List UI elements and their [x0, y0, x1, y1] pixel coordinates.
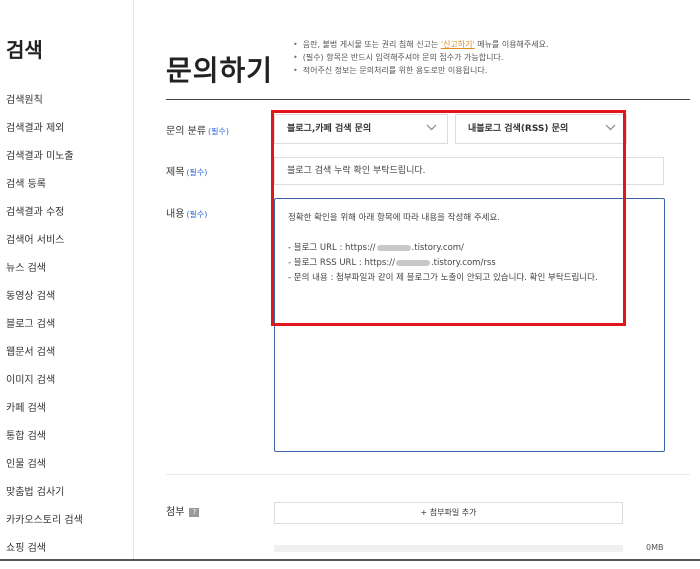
chevron-down-icon: [605, 124, 616, 131]
sidebar-menu: 검색원칙 검색결과 제외 검색결과 미노출 검색 등록 검색결과 수정 검색어 …: [6, 93, 83, 569]
attachment-label: 첨부?: [166, 503, 200, 518]
sidebar-item-kakaostory-search[interactable]: 카카오스토리 검색: [6, 513, 83, 541]
content-label-text: 내용: [166, 209, 185, 220]
attachment-size-bar: [274, 545, 623, 552]
sidebar-item-news-search[interactable]: 뉴스 검색: [6, 261, 83, 289]
report-link[interactable]: '신고하기': [441, 40, 475, 49]
sidebar-item-web-search[interactable]: 웹문서 검색: [6, 345, 83, 373]
redacted-blur: [376, 244, 411, 251]
content-intro: 정확한 확인을 위해 아래 항목에 따라 내용을 작성해 주세요.: [288, 213, 500, 223]
sidebar-item-spell-checker[interactable]: 맞춤법 검사기: [6, 485, 83, 513]
content-blog-url: - 블로그 URL : https:// .tistory.com/: [288, 241, 651, 256]
content-inquiry: - 문의 내용 : 첨부파일과 같이 제 블로그가 노출이 안되고 있습니다. …: [288, 273, 598, 283]
content-textarea[interactable]: 정확한 확인을 위해 아래 항목에 따라 내용을 작성해 주세요. - 블로그 …: [274, 198, 665, 452]
page-title: 문의하기: [166, 53, 274, 87]
sidebar-item-cafe-search[interactable]: 카페 검색: [6, 401, 83, 429]
chevron-down-icon: [426, 124, 437, 131]
sidebar-title: 검색: [6, 38, 43, 62]
sidebar-item-result-exclusion[interactable]: 검색결과 제외: [6, 121, 83, 149]
rss-url-suffix: .tistory.com/rss: [430, 258, 496, 268]
subject-label-text: 제목: [166, 167, 185, 178]
attachment-label-text: 첨부: [166, 507, 185, 518]
subject-label: 제목 (필수): [166, 163, 207, 178]
sidebar-item-search-registration[interactable]: 검색 등록: [6, 177, 83, 205]
subject-input[interactable]: 블로그 검색 누락 확인 부탁드립니다.: [274, 157, 664, 185]
sidebar: 검색 검색원칙 검색결과 제외 검색결과 미노출 검색 등록 검색결과 수정 검…: [0, 0, 134, 561]
content-label: 내용 (필수): [166, 205, 207, 220]
required-tag: (필수): [186, 168, 208, 177]
title-divider: [166, 99, 690, 100]
help-icon[interactable]: ?: [189, 507, 200, 517]
sidebar-item-blog-search[interactable]: 블로그 검색: [6, 317, 83, 345]
notice-report: 음란, 불법 게시물 또는 권리 침해 신고는 '신고하기' 메뉴를 이용해주세…: [293, 38, 549, 51]
category-select-primary-value: 블로그,카페 검색 문의: [287, 124, 372, 134]
category-select-secondary[interactable]: 내블로그 검색(RSS) 문의: [455, 114, 627, 144]
section-divider: [166, 474, 690, 475]
content-rss-url: - 블로그 RSS URL : https:// .tistory.com/rss: [288, 256, 651, 271]
sidebar-item-shopping-search[interactable]: 쇼핑 검색: [6, 541, 83, 569]
sidebar-item-keyword-service[interactable]: 검색어 서비스: [6, 233, 83, 261]
sidebar-item-integrated-search[interactable]: 통합 검색: [6, 429, 83, 457]
category-select-secondary-value: 내블로그 검색(RSS) 문의: [468, 124, 569, 134]
add-attachment-button[interactable]: + 첨부파일 추가: [274, 502, 623, 524]
required-tag: (필수): [186, 210, 208, 219]
notice-required: (필수) 항목은 반드시 입력해주셔야 문의 접수가 가능합니다.: [293, 51, 549, 64]
rss-url-prefix: - 블로그 RSS URL : https://: [288, 258, 395, 268]
sidebar-item-result-not-shown[interactable]: 검색결과 미노출: [6, 149, 83, 177]
redacted-blur: [395, 259, 430, 266]
notice-report-text-after: 메뉴를 이용해주세요.: [474, 40, 549, 49]
category-select-primary[interactable]: 블로그,카페 검색 문의: [274, 114, 448, 144]
notice-list: 음란, 불법 게시물 또는 권리 침해 신고는 '신고하기' 메뉴를 이용해주세…: [293, 38, 549, 77]
attachment-size-label: 0MB: [646, 543, 664, 552]
sidebar-item-search-principles[interactable]: 검색원칙: [6, 93, 83, 121]
sidebar-item-video-search[interactable]: 동영상 검색: [6, 289, 83, 317]
required-tag: (필수): [207, 127, 229, 136]
sidebar-item-result-edit[interactable]: 검색결과 수정: [6, 205, 83, 233]
notice-privacy: 적어주신 정보는 문의처리를 위한 용도로만 이용됩니다.: [293, 64, 549, 77]
category-label-text: 문의 분류: [166, 126, 206, 137]
blog-url-prefix: - 블로그 URL : https://: [288, 243, 376, 253]
category-label: 문의 분류 (필수): [166, 122, 229, 137]
sidebar-item-image-search[interactable]: 이미지 검색: [6, 373, 83, 401]
blog-url-suffix: .tistory.com/: [411, 243, 464, 253]
notice-report-text-before: 음란, 불법 게시물 또는 권리 침해 신고는: [302, 40, 441, 49]
sidebar-item-people-search[interactable]: 인물 검색: [6, 457, 83, 485]
